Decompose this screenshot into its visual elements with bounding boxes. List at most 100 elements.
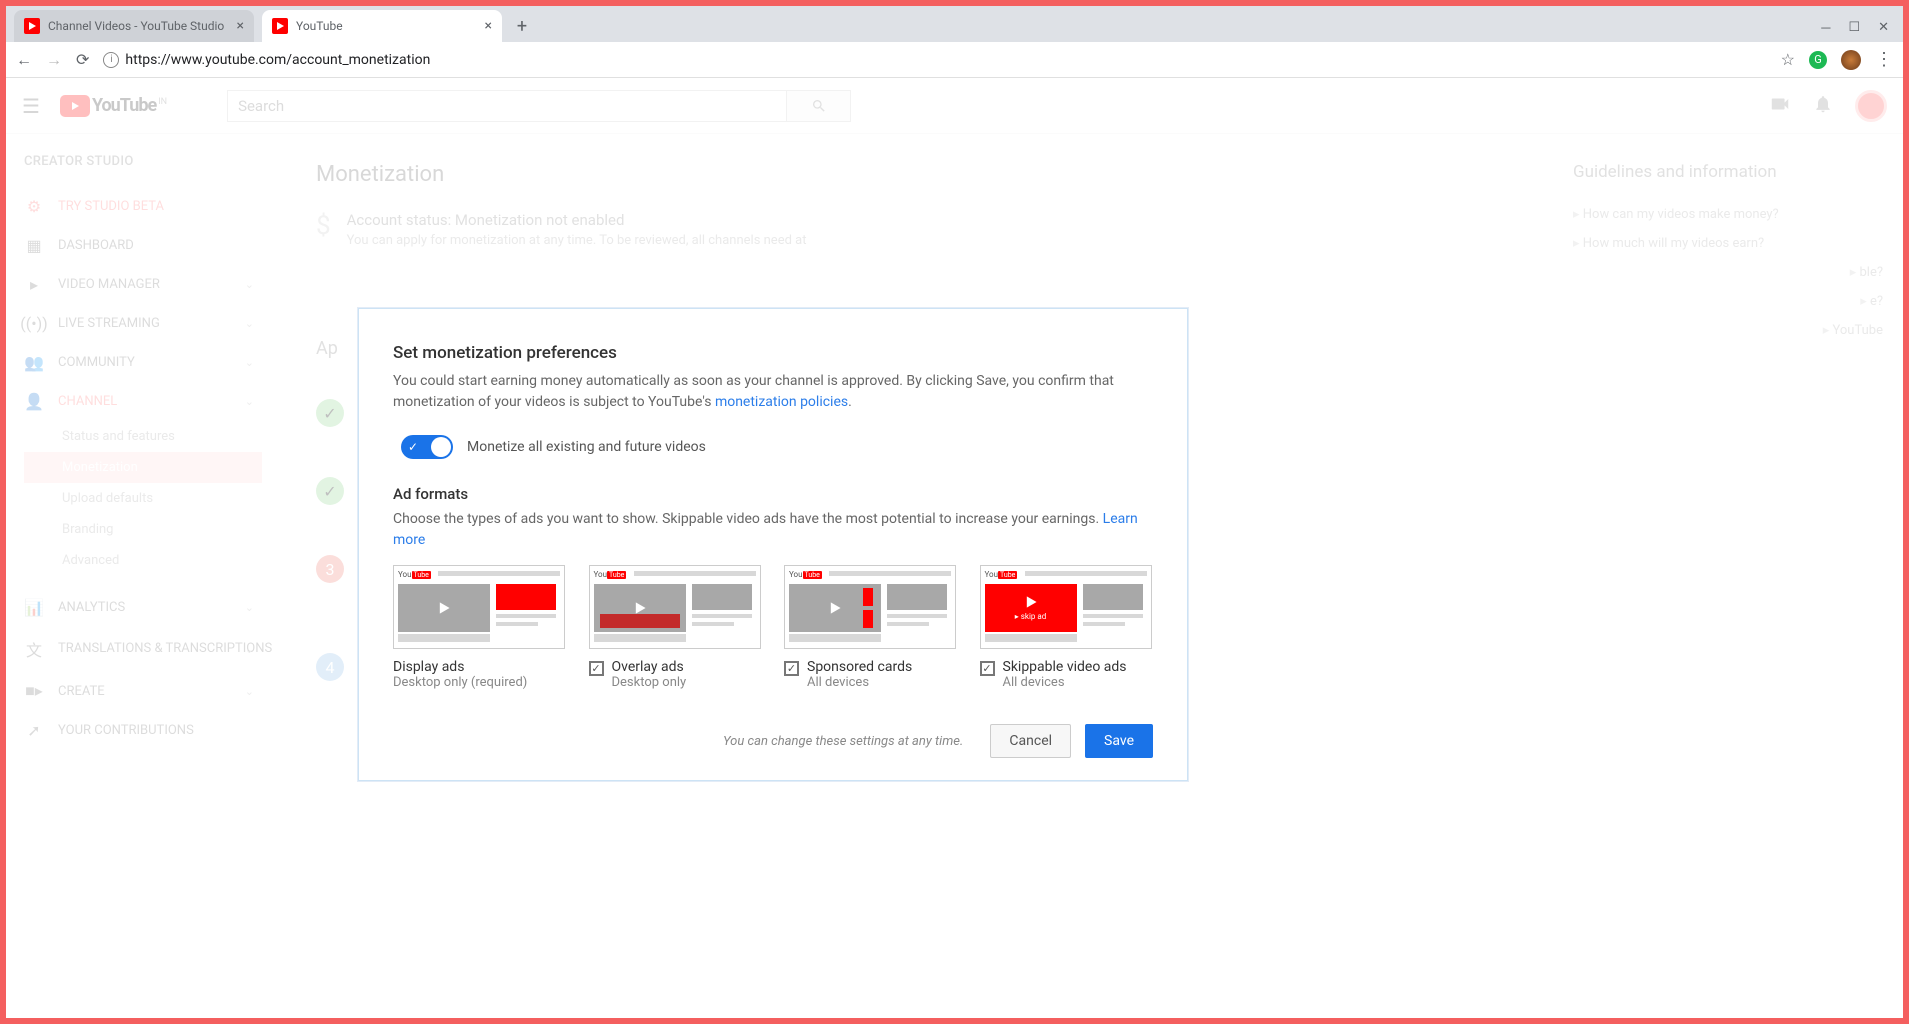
format-subtitle: Desktop only (required) xyxy=(393,675,527,690)
live-icon: ((•)) xyxy=(24,314,44,333)
faq-item[interactable]: YouTube xyxy=(1573,316,1883,345)
guidelines-panel: Guidelines and information How can my vi… xyxy=(1553,134,1903,1018)
analytics-icon: 📊 xyxy=(24,598,44,617)
browser-tab-strip: Channel Videos - YouTube Studio × YouTub… xyxy=(6,6,1903,42)
format-name: Skippable video ads xyxy=(1003,659,1127,675)
dollar-icon: $ xyxy=(316,211,331,248)
forward-button[interactable]: → xyxy=(46,50,62,70)
format-name: Sponsored cards xyxy=(807,659,912,675)
close-tab-icon[interactable]: × xyxy=(485,18,492,34)
ad-formats-description: Choose the types of ads you want to show… xyxy=(393,509,1153,551)
reload-button[interactable]: ⟳ xyxy=(76,50,89,69)
sidebar-sub-advanced[interactable]: Advanced xyxy=(24,545,276,576)
notifications-bell-icon[interactable] xyxy=(1813,94,1833,118)
url-text: https://www.youtube.com/account_monetiza… xyxy=(125,52,430,68)
faq-item[interactable]: How much will my videos earn? xyxy=(1573,229,1883,258)
format-overlay-ads: YouTube ✓ Overlay ads Desktop only xyxy=(589,565,763,690)
back-button[interactable]: ← xyxy=(16,50,32,70)
video-icon: ▸ xyxy=(24,275,44,294)
save-button[interactable]: Save xyxy=(1085,724,1153,758)
format-thumbnail: YouTube xyxy=(393,565,565,649)
translate-icon: 文 xyxy=(24,637,44,661)
format-sponsored-cards: YouTube ✓ Sponsored cards All devices xyxy=(784,565,958,690)
browser-menu-icon[interactable]: ⋮ xyxy=(1875,49,1893,70)
bookmark-star-icon[interactable]: ☆ xyxy=(1781,50,1795,69)
sidebar-dashboard[interactable]: ▦DASHBOARD xyxy=(24,226,276,265)
format-subtitle: All devices xyxy=(1003,675,1127,690)
user-avatar[interactable] xyxy=(1855,90,1887,122)
tab-title: YouTube xyxy=(296,19,343,33)
profile-icon[interactable] xyxy=(1841,50,1861,70)
people-icon: 👥 xyxy=(24,353,44,372)
monetize-all-toggle[interactable]: ✓ xyxy=(401,435,453,459)
format-subtitle: All devices xyxy=(807,675,912,690)
url-field[interactable]: i https://www.youtube.com/account_moneti… xyxy=(103,52,1766,68)
format-subtitle: Desktop only xyxy=(612,675,687,690)
dialog-title: Set monetization preferences xyxy=(393,343,1153,363)
step-3-icon: 3 xyxy=(316,555,344,583)
sidebar-title: CREATOR STUDIO xyxy=(24,154,276,169)
sidebar-analytics[interactable]: 📊ANALYTICS⌄ xyxy=(24,588,276,627)
sidebar-channel[interactable]: 👤CHANNEL⌄ xyxy=(24,382,276,421)
create-icon: ■▸ xyxy=(24,681,44,701)
person-icon: 👤 xyxy=(24,392,44,411)
youtube-favicon xyxy=(24,18,40,34)
sidebar-try-beta[interactable]: ⚙TRY STUDIO BETA xyxy=(24,187,276,226)
site-info-icon[interactable]: i xyxy=(103,52,119,68)
cancel-button[interactable]: Cancel xyxy=(990,724,1071,758)
footer-note: You can change these settings at any tim… xyxy=(393,734,963,749)
gear-icon: ⚙ xyxy=(24,197,44,216)
chevron-down-icon: ⌄ xyxy=(245,317,254,330)
format-skippable-ads: YouTube ▸ skip ad ✓ Skippable video ads … xyxy=(980,565,1154,690)
sidebar-create[interactable]: ■▸CREATE⌄ xyxy=(24,671,276,711)
window-minimize-icon[interactable]: ─ xyxy=(1821,20,1830,36)
browser-tab-2[interactable]: YouTube × xyxy=(262,10,502,42)
youtube-header: ☰ YouTube IN xyxy=(6,78,1903,134)
hamburger-menu-icon[interactable]: ☰ xyxy=(22,94,40,118)
youtube-logo[interactable]: YouTube IN xyxy=(60,95,167,117)
faq-item[interactable]: ble? xyxy=(1573,258,1883,287)
search-button[interactable] xyxy=(787,90,851,122)
format-thumbnail: YouTube xyxy=(589,565,761,649)
upload-video-icon[interactable] xyxy=(1769,93,1791,119)
skippable-ads-checkbox[interactable]: ✓ xyxy=(980,661,995,676)
chevron-down-icon: ⌄ xyxy=(245,356,254,369)
sidebar-sub-branding[interactable]: Branding xyxy=(24,514,276,545)
sidebar-community[interactable]: 👥COMMUNITY⌄ xyxy=(24,343,276,382)
new-tab-button[interactable]: + xyxy=(508,12,536,40)
step-check-icon: ✓ xyxy=(316,477,344,505)
chevron-down-icon: ⌄ xyxy=(245,601,254,614)
chevron-down-icon: ⌄ xyxy=(245,643,254,656)
sidebar-live-streaming[interactable]: ((•))LIVE STREAMING⌄ xyxy=(24,304,276,343)
toggle-label: Monetize all existing and future videos xyxy=(467,439,706,455)
format-thumbnail: YouTube xyxy=(784,565,956,649)
sidebar-sub-status[interactable]: Status and features xyxy=(24,421,276,452)
sidebar-sub-upload[interactable]: Upload defaults xyxy=(24,483,276,514)
sidebar-contributions[interactable]: ➚YOUR CONTRIBUTIONS xyxy=(24,711,276,750)
page-title: Monetization xyxy=(316,162,1513,187)
sidebar-translations[interactable]: 文TRANSLATIONS & TRANSCRIPTIONS⌄ xyxy=(24,627,276,671)
sidebar-video-manager[interactable]: ▸VIDEO MANAGER⌄ xyxy=(24,265,276,304)
window-close-icon[interactable]: ✕ xyxy=(1878,20,1889,36)
dashboard-icon: ▦ xyxy=(24,236,44,255)
search-input[interactable] xyxy=(227,90,787,122)
sponsored-cards-checkbox[interactable]: ✓ xyxy=(784,661,799,676)
close-tab-icon[interactable]: × xyxy=(237,18,244,34)
browser-tab-1[interactable]: Channel Videos - YouTube Studio × xyxy=(14,10,254,42)
extension-icon[interactable]: G xyxy=(1809,51,1827,69)
chevron-down-icon: ⌄ xyxy=(245,685,254,698)
monetization-policies-link[interactable]: monetization policies xyxy=(715,394,848,410)
check-icon: ✓ xyxy=(408,440,418,454)
format-name: Overlay ads xyxy=(612,659,687,675)
faq-item[interactable]: e? xyxy=(1573,287,1883,316)
chevron-down-icon: ⌄ xyxy=(245,278,254,291)
chevron-down-icon: ⌄ xyxy=(245,395,254,408)
youtube-favicon xyxy=(272,18,288,34)
faq-item[interactable]: How can my videos make money? xyxy=(1573,200,1883,229)
browser-address-bar: ← → ⟳ i https://www.youtube.com/account_… xyxy=(6,42,1903,78)
overlay-ads-checkbox[interactable]: ✓ xyxy=(589,661,604,676)
window-maximize-icon[interactable]: ☐ xyxy=(1848,20,1860,36)
format-thumbnail: YouTube ▸ skip ad xyxy=(980,565,1152,649)
sidebar-sub-monetization[interactable]: Monetization xyxy=(24,452,262,483)
format-name: Display ads xyxy=(393,659,527,675)
